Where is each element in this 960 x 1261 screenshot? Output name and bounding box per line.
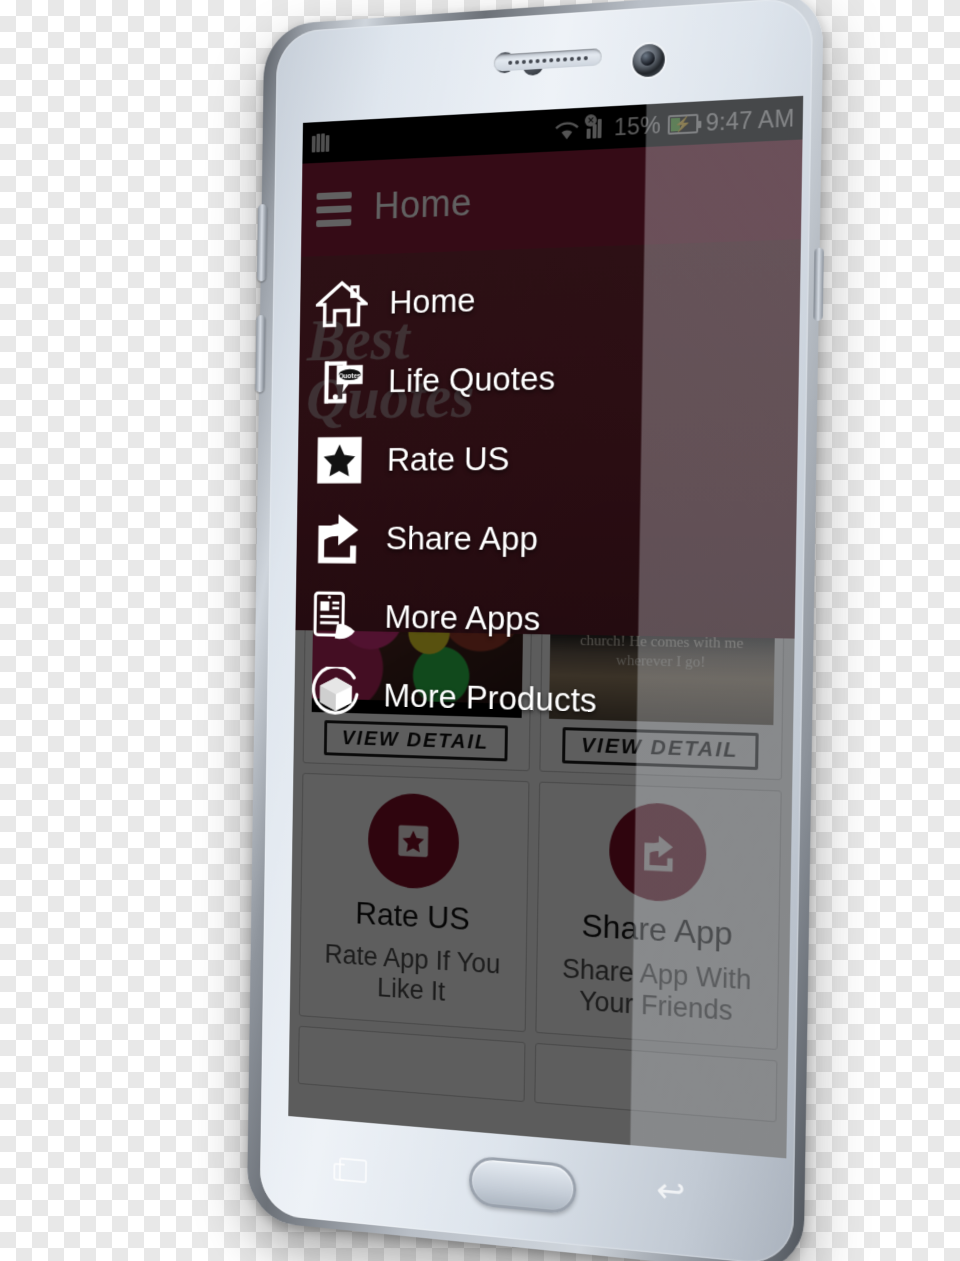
drawer-item-share-app[interactable]: Share App (296, 499, 797, 582)
volume-up-button[interactable] (256, 203, 268, 282)
drawer-item-label: Share App (385, 519, 539, 558)
drawer-item-label: Home (389, 280, 476, 321)
drawer-item-life-quotes[interactable]: Quotes Life Quotes (299, 333, 800, 422)
drawer-item-more-apps[interactable]: More Apps (295, 577, 795, 665)
back-button[interactable]: ↩ (656, 1170, 691, 1213)
drawer-item-label: More Apps (384, 597, 541, 638)
navigation-drawer: Best Quotes Home Quotes Life Quotes Rate… (294, 239, 801, 747)
phone-quote-bubble-icon: Quotes (312, 351, 370, 412)
drawer-item-label: Life Quotes (387, 358, 556, 400)
svg-text:Quotes: Quotes (338, 373, 361, 380)
drawer-item-label: More Products (383, 676, 598, 720)
screenshot-stage: ✕ 15% ⚡ 9:47 AM Home (0, 0, 960, 1261)
drawer-item-more-products[interactable]: More Products (294, 654, 794, 747)
package-box-icon (307, 663, 365, 725)
drawer-item-label: Rate US (386, 439, 510, 479)
phone-device: ✕ 15% ⚡ 9:47 AM Home (246, 0, 824, 1261)
drawer-item-rate-us[interactable]: Rate US (297, 416, 798, 500)
star-square-icon (310, 430, 368, 491)
volume-down-button[interactable] (255, 315, 266, 393)
power-button[interactable] (813, 247, 824, 321)
recents-button[interactable] (338, 1157, 368, 1184)
phone-screen: ✕ 15% ⚡ 9:47 AM Home (288, 95, 804, 1159)
tablet-hand-icon (308, 586, 366, 647)
home-icon (313, 273, 371, 335)
drawer-item-home[interactable]: Home (300, 250, 801, 345)
share-icon (309, 508, 367, 569)
